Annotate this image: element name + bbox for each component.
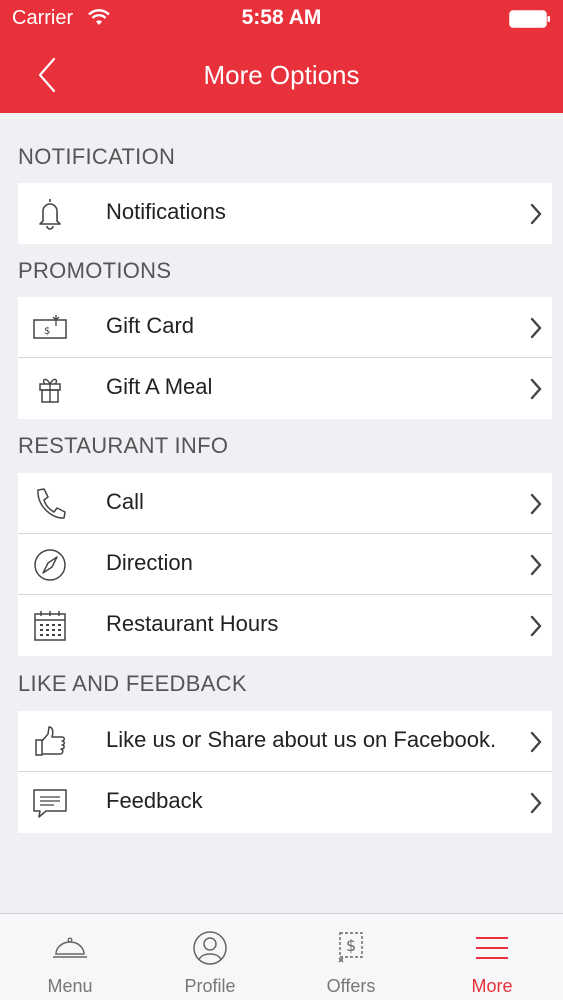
tab-label: More xyxy=(471,976,513,996)
row-label: Like us or Share about us on Facebook. xyxy=(106,727,497,752)
chevron-right-icon xyxy=(530,792,542,814)
page-title: More Options xyxy=(203,60,360,90)
chevron-right-icon xyxy=(530,731,542,753)
row-restaurant-hours[interactable]: Restaurant Hours xyxy=(18,595,552,656)
group-notification: Notifications xyxy=(18,183,552,244)
tab-profile[interactable]: Profile xyxy=(140,914,280,1000)
chevron-right-icon xyxy=(530,554,542,576)
tab-label: Menu xyxy=(47,976,93,996)
tab-menu[interactable]: Menu xyxy=(0,914,140,1000)
tab-bar: Menu Profile $ Offers More xyxy=(0,913,563,1000)
row-feedback[interactable]: Feedback xyxy=(18,772,552,833)
navigation-bar: More Options xyxy=(0,38,563,113)
section-header-promotions: PROMOTIONS xyxy=(18,258,172,283)
section-header-notification: NOTIFICATION xyxy=(18,144,176,169)
app-header: Carrier 5:58 AM More Options xyxy=(0,0,563,113)
options-list: NOTIFICATION Notifications PROMOTIONS $ … xyxy=(0,113,563,913)
group-like-and-feedback: Like us or Share about us on Facebook. F… xyxy=(18,711,552,833)
group-restaurant-info: Call Direction Restaurant Hours xyxy=(18,473,552,656)
row-label: Notifications xyxy=(106,199,226,224)
gift-card-icon: $ xyxy=(33,315,67,339)
row-facebook[interactable]: Like us or Share about us on Facebook. xyxy=(18,711,552,772)
tab-label: Offers xyxy=(326,976,376,996)
chat-bubble-icon xyxy=(33,789,67,818)
section-header-restaurant-info: RESTAURANT INFO xyxy=(18,433,229,458)
status-bar: Carrier 5:58 AM xyxy=(0,0,563,38)
row-direction[interactable]: Direction xyxy=(18,534,552,595)
chevron-right-icon xyxy=(530,317,542,339)
bell-icon xyxy=(39,199,61,230)
hamburger-icon xyxy=(476,937,508,959)
chevron-right-icon xyxy=(530,615,542,637)
tab-label: Profile xyxy=(184,976,236,996)
row-label: Restaurant Hours xyxy=(106,611,279,636)
group-promotions: $ Gift Card Gift A Meal xyxy=(18,297,552,419)
row-gift-a-meal[interactable]: Gift A Meal xyxy=(18,358,552,419)
coupon-icon: $ xyxy=(338,932,363,963)
chevron-right-icon xyxy=(530,203,542,225)
battery-icon xyxy=(509,10,550,28)
svg-text:$: $ xyxy=(44,326,50,337)
row-label: Feedback xyxy=(106,788,203,813)
thumbs-up-icon xyxy=(35,726,65,756)
row-call[interactable]: Call xyxy=(18,473,552,534)
svg-text:$: $ xyxy=(346,936,356,955)
calendar-icon xyxy=(34,611,66,641)
row-gift-card[interactable]: $ Gift Card xyxy=(18,297,552,358)
chevron-right-icon xyxy=(530,493,542,515)
profile-icon xyxy=(193,931,227,965)
gift-icon xyxy=(39,378,61,403)
phone-icon xyxy=(37,488,66,519)
status-time: 5:58 AM xyxy=(241,6,322,29)
tab-offers[interactable]: $ Offers xyxy=(281,914,421,1000)
row-notifications[interactable]: Notifications xyxy=(18,183,552,244)
tab-more[interactable]: More xyxy=(422,914,562,1000)
row-label: Call xyxy=(106,489,144,514)
chevron-right-icon xyxy=(530,378,542,400)
row-label: Direction xyxy=(106,550,193,575)
row-label: Gift A Meal xyxy=(106,374,213,399)
cloche-icon xyxy=(53,937,87,958)
compass-icon xyxy=(34,549,66,581)
section-header-like-and-feedback: LIKE AND FEEDBACK xyxy=(18,671,247,696)
row-label: Gift Card xyxy=(106,313,195,338)
